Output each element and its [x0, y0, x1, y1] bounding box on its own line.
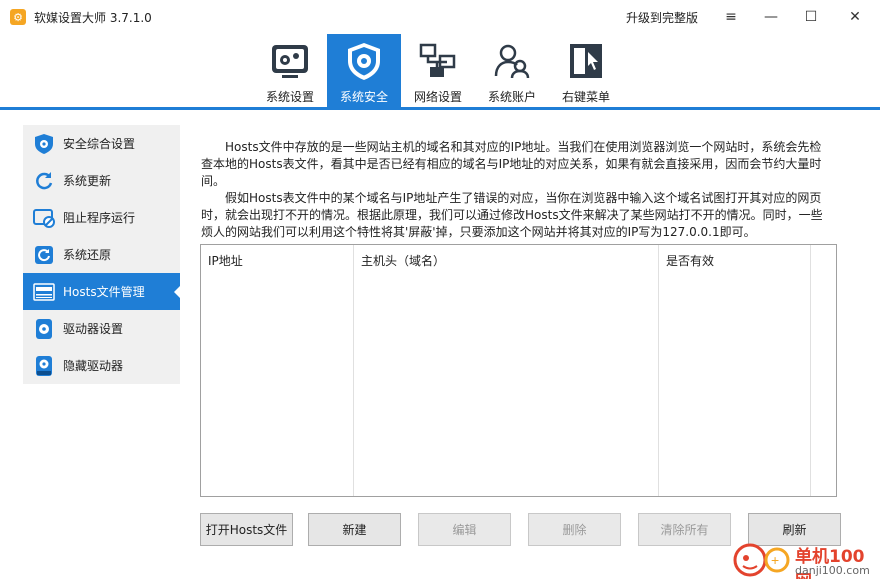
- menu-icon[interactable]: ≡: [712, 0, 750, 34]
- title-bar: ⚙ 软媒设置大师 3.7.1.0 升级到完整版 ≡ — ☐ ✕: [0, 0, 880, 34]
- hosts-icon: [33, 281, 55, 303]
- watermark: + 单机100网 danji100.com: [733, 540, 880, 579]
- clear-all-button[interactable]: 清除所有: [638, 513, 731, 546]
- hosts-description: Hosts文件中存放的是一些网站主机的域名和其对应的IP地址。当我们在使用浏览器…: [201, 139, 833, 241]
- header-ip[interactable]: IP地址: [208, 252, 243, 269]
- sidebar-item-security-settings[interactable]: 安全综合设置: [23, 125, 180, 162]
- column-valid: [659, 245, 811, 496]
- sidebar-item-drive-settings[interactable]: 驱动器设置: [23, 310, 180, 347]
- upgrade-link[interactable]: 升级到完整版: [626, 9, 698, 26]
- shield-icon: [33, 133, 55, 155]
- tab-system-accounts[interactable]: 系统账户: [475, 34, 549, 107]
- delete-button[interactable]: 删除: [528, 513, 621, 546]
- refresh-icon: [33, 170, 55, 192]
- header-host[interactable]: 主机头（域名）: [361, 252, 445, 269]
- app-gear-icon: ⚙: [10, 9, 26, 25]
- sidebar-item-label: 系统还原: [63, 248, 112, 262]
- tab-network-settings[interactable]: 网络设置: [401, 34, 475, 107]
- tab-system-settings[interactable]: 系统设置: [253, 34, 327, 107]
- sidebar-item-label: 安全综合设置: [63, 137, 136, 151]
- sidebar-item-label: 隐藏驱动器: [63, 359, 124, 373]
- sidebar-item-label: 系统更新: [63, 174, 112, 188]
- block-program-icon: [33, 207, 55, 229]
- sidebar-item-label: 驱动器设置: [63, 322, 124, 336]
- tab-label: 系统设置: [265, 90, 314, 104]
- svg-text:+: +: [771, 552, 779, 568]
- header-valid[interactable]: 是否有效: [666, 252, 714, 269]
- hide-drive-icon: [33, 355, 55, 377]
- close-icon[interactable]: ✕: [836, 0, 874, 34]
- sidebar-item-hosts[interactable]: Hosts文件管理: [23, 273, 181, 310]
- tab-label: 系统安全: [339, 90, 388, 104]
- tab-label: 右键菜单: [561, 90, 610, 104]
- column-host: [354, 245, 659, 496]
- column-ip: [201, 245, 354, 496]
- drive-icon: [33, 318, 55, 340]
- description-paragraph-1: Hosts文件中存放的是一些网站主机的域名和其对应的IP地址。当我们在使用浏览器…: [201, 140, 822, 188]
- new-button[interactable]: 新建: [308, 513, 401, 546]
- description-paragraph-2: 假如Hosts表文件中的某个域名与IP地址产生了错误的对应，当你在浏览器中输入这…: [201, 191, 823, 239]
- tab-label: 系统账户: [487, 90, 536, 104]
- tab-system-security[interactable]: 系统安全: [327, 34, 401, 107]
- restore-icon: [33, 244, 55, 266]
- sidebar-item-system-restore[interactable]: 系统还原: [23, 236, 180, 273]
- minimize-icon[interactable]: —: [752, 0, 790, 34]
- edit-button[interactable]: 编辑: [418, 513, 511, 546]
- users-icon: [490, 40, 534, 82]
- shield-gear-icon: [342, 40, 386, 82]
- sidebar: 安全综合设置 系统更新 阻止程序运行 系统还原 Hosts文件管理 驱动器设置 …: [23, 125, 181, 384]
- context-menu-icon: [564, 40, 608, 82]
- tab-label: 网络设置: [413, 90, 462, 104]
- app-title: 软媒设置大师 3.7.1.0: [34, 10, 152, 25]
- watermark-url: danji100.com: [795, 564, 870, 577]
- top-nav: 系统设置 系统安全 网络设置 系统账户 右键菜单: [0, 34, 880, 110]
- open-hosts-button[interactable]: 打开Hosts文件: [200, 513, 293, 546]
- sidebar-item-label: 阻止程序运行: [63, 211, 136, 225]
- sidebar-item-system-update[interactable]: 系统更新: [23, 162, 180, 199]
- hosts-table[interactable]: IP地址 主机头（域名） 是否有效: [200, 244, 837, 497]
- sidebar-item-block-program[interactable]: 阻止程序运行: [23, 199, 180, 236]
- sidebar-item-hide-drive[interactable]: 隐藏驱动器: [23, 347, 180, 384]
- maximize-icon[interactable]: ☐: [792, 0, 830, 34]
- network-icon: [416, 40, 460, 82]
- watermark-logo-icon: +: [733, 543, 790, 577]
- system-settings-icon: [268, 40, 312, 82]
- tab-context-menu[interactable]: 右键菜单: [549, 34, 623, 107]
- sidebar-item-label: Hosts文件管理: [63, 285, 145, 299]
